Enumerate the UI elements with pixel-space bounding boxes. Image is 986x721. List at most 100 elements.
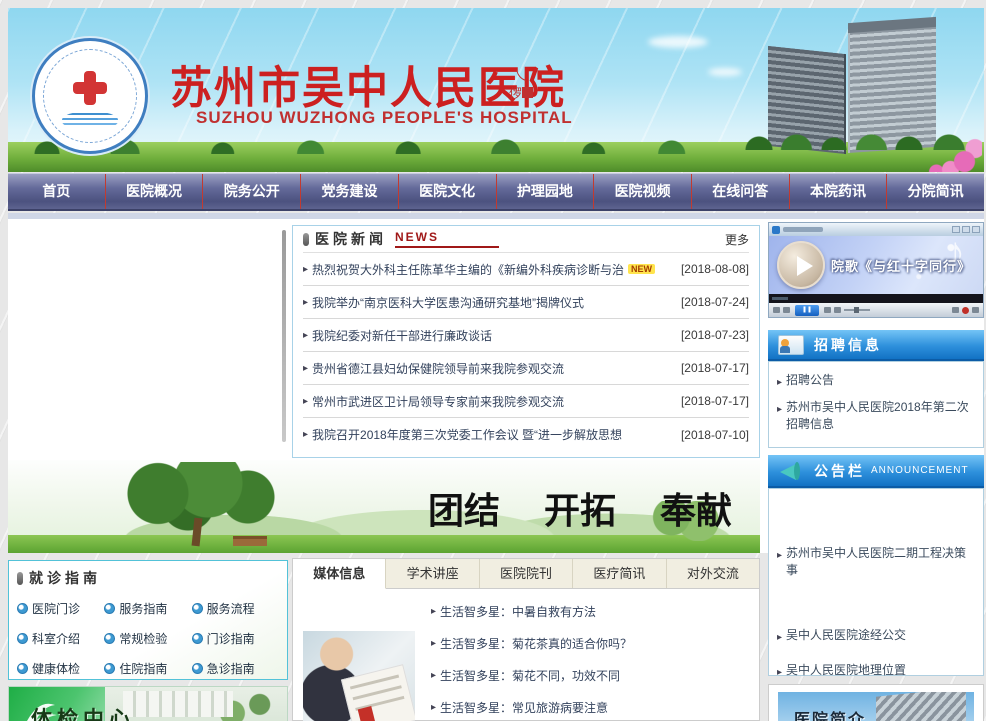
recruitment-list: ▸ 招聘公告 ▸ 苏州市吴中人民医院2018年第二次招聘信息 — [768, 361, 984, 448]
hospital-intro-box[interactable]: 医院简介 — [768, 684, 984, 721]
article-item[interactable]: ▸ 生活智多星：菊花不同，功效不同 — [431, 659, 749, 691]
hospital-logo[interactable] — [32, 38, 148, 154]
circle-arrow-icon — [17, 633, 28, 644]
news-item[interactable]: ▸ 我院召开2018年度第三次党委工作会议 暨“进一步解放思想 [2018-07… — [303, 418, 749, 451]
settings-icon[interactable] — [952, 307, 959, 313]
news-section: 医院新闻 NEWS 更多 ▸ 热烈祝贺大外科主任陈革华主编的《新编外科疾病诊断与… — [292, 225, 760, 458]
arrow-bullet-icon: ▸ — [431, 670, 436, 681]
guide-link-outpatient[interactable]: 医院门诊 — [17, 593, 104, 623]
nav-hospital-video[interactable]: 医院视频 — [593, 174, 691, 209]
slideshow-placeholder — [10, 224, 288, 452]
nav-party-building[interactable]: 党务建设 — [300, 174, 398, 209]
news-date: [2018-08-08] — [681, 262, 749, 276]
article-thumbnail-image[interactable] — [303, 631, 415, 721]
arrow-bullet-icon: ▸ — [777, 374, 782, 391]
article-item[interactable]: ▸ 生活智多星：中暑自救有方法 — [431, 595, 749, 627]
previous-icon[interactable] — [783, 307, 790, 313]
tab-bar: 媒体信息 学术讲座 医院院刊 医疗简讯 对外交流 — [293, 559, 759, 589]
announcement-item[interactable]: ▸ 苏州市吴中人民医院二期工程决策事 — [777, 545, 975, 579]
guide-link-routine-tests[interactable]: 常规检验 — [104, 623, 191, 653]
article-item[interactable]: ▸ 生活智多星：常见旅游病要注意 — [431, 691, 749, 721]
guide-link-service-guide[interactable]: 服务指南 — [104, 593, 191, 623]
announcement-list: ▸ 苏州市吴中人民医院二期工程决策事 ▸ 吴中人民医院途经公交 ▸ 吴中人民医院… — [768, 488, 984, 676]
record-icon[interactable] — [962, 307, 969, 314]
playlist-icon[interactable] — [834, 307, 841, 313]
circle-arrow-icon — [17, 603, 28, 614]
news-item[interactable]: ▸ 贵州省德江县妇幼保健院领导前来我院参观交流 [2018-07-17] — [303, 352, 749, 385]
calligraphy-seal: 乀㑩 — [506, 70, 536, 114]
nav-home[interactable]: 首页 — [8, 174, 105, 209]
nav-online-qa[interactable]: 在线问答 — [691, 174, 789, 209]
article-item[interactable]: ▸ 生活智多星：菊花茶真的适合你吗？ — [431, 627, 749, 659]
tab-media-info[interactable]: 媒体信息 — [293, 559, 386, 589]
circle-arrow-icon — [192, 633, 203, 644]
news-item[interactable]: ▸ 常州市武进区卫计局领导专家前来我院参观交流 [2018-07-17] — [303, 385, 749, 418]
player-controls: ❚❚ — [769, 303, 983, 317]
nav-pharmacy-news[interactable]: 本院药讯 — [789, 174, 887, 209]
media-tabs-section: 媒体信息 学术讲座 医院院刊 医疗简讯 对外交流 ▸ 生活智多星：中暑自救有方法… — [292, 558, 760, 721]
main-nav: 首页 医院概况 院务公开 党务建设 医院文化 护理园地 医院视频 在线问答 本院… — [8, 173, 984, 211]
player-status-bar — [769, 294, 983, 303]
announcement-item[interactable]: ▸ 吴中人民医院途经公交 — [777, 627, 975, 646]
next-icon[interactable] — [824, 307, 831, 313]
announcement-title: 公告栏 — [814, 461, 865, 481]
guide-link-departments[interactable]: 科室介绍 — [17, 623, 104, 653]
player-viewport: ♪ 院歌《与红十字同行》 — [769, 236, 983, 294]
news-item[interactable]: ▸ 我院举办“南京医科大学医患沟通研究基地”揭牌仪式 [2018-07-24] — [303, 286, 749, 319]
arrow-bullet-icon: ▸ — [431, 702, 436, 713]
stop-icon[interactable] — [773, 307, 780, 313]
checkup-center-banner[interactable]: 体检中心 — [8, 686, 288, 721]
arrow-bullet-icon: ▸ — [303, 297, 308, 308]
new-badge: NEW — [628, 264, 655, 274]
guide-link-emergency-guide[interactable]: 急诊指南 — [192, 653, 279, 680]
guide-link-service-flow[interactable]: 服务流程 — [192, 593, 279, 623]
tab-academic-lectures[interactable]: 学术讲座 — [386, 559, 479, 588]
nav-branch-intro[interactable]: 分院简讯 — [886, 174, 984, 209]
recruitment-item[interactable]: ▸ 苏州市吴中人民医院2018年第二次招聘信息 — [777, 399, 975, 433]
intro-building-image: 医院简介 — [778, 692, 974, 721]
nav-nursing[interactable]: 护理园地 — [496, 174, 594, 209]
megaphone-icon — [778, 460, 804, 482]
news-item[interactable]: ▸ 热烈祝贺大外科主任陈革华主编的《新编外科疾病诊断与治 NEW [2018-0… — [303, 253, 749, 286]
arrow-bullet-icon: ▸ — [303, 429, 308, 440]
circle-arrow-icon — [192, 603, 203, 614]
announcement-item[interactable]: ▸ 吴中人民医院地理位置 — [777, 662, 975, 681]
capsule-bullet-icon — [303, 233, 309, 246]
fullscreen-icon[interactable] — [972, 307, 979, 313]
bench-decoration — [233, 536, 267, 546]
minimize-icon[interactable] — [952, 226, 960, 233]
checkup-building-image — [123, 691, 233, 717]
nav-hospital-culture[interactable]: 医院文化 — [398, 174, 496, 209]
circle-arrow-icon — [192, 663, 203, 674]
scrollbar[interactable] — [282, 230, 286, 442]
guide-link-inpatient-guide[interactable]: 住院指南 — [104, 653, 191, 680]
announcement-subtitle: ANNOUNCEMENT — [871, 465, 969, 476]
news-date: [2018-07-17] — [681, 361, 749, 375]
close-icon[interactable] — [972, 226, 980, 233]
tab-hospital-journal[interactable]: 医院院刊 — [480, 559, 573, 588]
maximize-icon[interactable] — [962, 226, 970, 233]
recruitment-item[interactable]: ▸ 招聘公告 — [777, 372, 975, 391]
tab-external-exchange[interactable]: 对外交流 — [667, 559, 759, 588]
circle-arrow-icon — [17, 663, 28, 674]
announcement-header: 公告栏 ANNOUNCEMENT — [768, 455, 984, 488]
volume-slider[interactable] — [844, 309, 870, 311]
cloud-decoration — [648, 36, 708, 48]
tab-medical-briefs[interactable]: 医疗简讯 — [573, 559, 666, 588]
play-button[interactable] — [777, 241, 825, 289]
player-app-title — [783, 227, 823, 232]
recruitment-icon — [778, 335, 804, 355]
arrow-bullet-icon: ▸ — [431, 638, 436, 649]
news-more-link[interactable]: 更多 — [725, 231, 749, 248]
nav-affairs-disclosure[interactable]: 院务公开 — [202, 174, 300, 209]
nav-hospital-overview[interactable]: 医院概况 — [105, 174, 203, 209]
news-date: [2018-07-23] — [681, 328, 749, 342]
water-waves-icon — [62, 111, 118, 129]
guide-link-health-checkup[interactable]: 健康体检 — [17, 653, 104, 680]
arrow-bullet-icon: ▸ — [777, 629, 782, 646]
pause-button[interactable]: ❚❚ — [795, 305, 819, 316]
news-item[interactable]: ▸ 我院纪委对新任干部进行廉政谈话 [2018-07-23] — [303, 319, 749, 352]
visit-guide-title: 就诊指南 — [29, 568, 101, 588]
guide-link-outpatient-guide[interactable]: 门诊指南 — [192, 623, 279, 653]
checkup-center-label: 体检中心 — [31, 703, 135, 721]
